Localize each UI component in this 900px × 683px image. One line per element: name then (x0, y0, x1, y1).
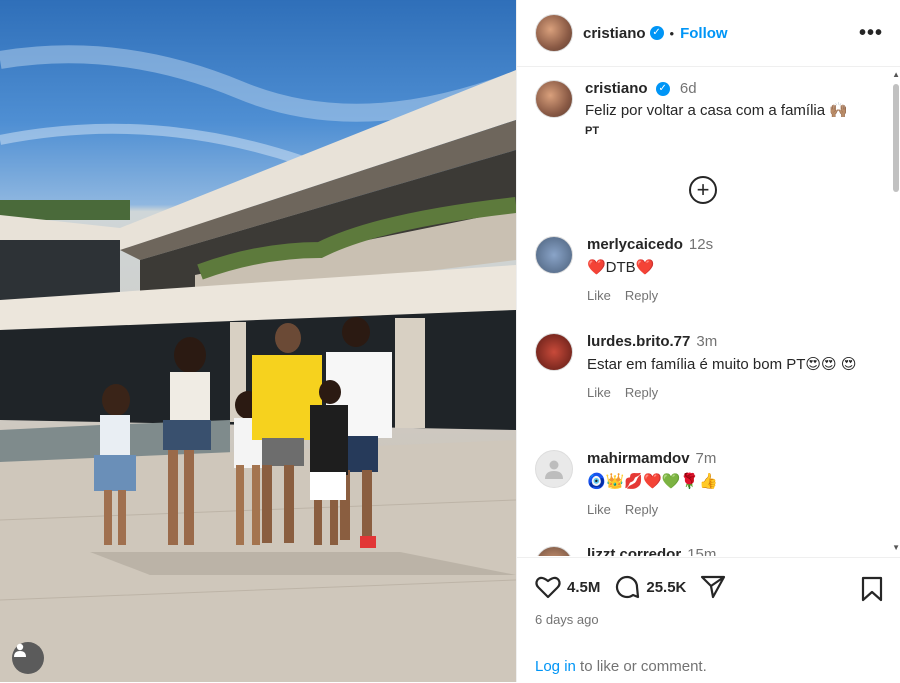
load-more-comments-icon[interactable]: + (689, 176, 717, 204)
post-side-panel: cristiano ✓ • Follow ••• cristiano ✓ 6d … (516, 0, 900, 682)
comment-item: lurdes.brito.77 3m Estar em família é mui… (535, 333, 875, 400)
comment-time[interactable]: 12s (689, 236, 713, 253)
post-caption: cristiano ✓ 6d Feliz por voltar a casa c… (535, 80, 848, 137)
comment-time[interactable]: 7m (696, 450, 717, 467)
share-icon[interactable] (700, 574, 726, 600)
comment-icon[interactable] (614, 574, 640, 600)
comments-count[interactable]: 25.5K (646, 579, 686, 596)
comment-text: Estar em família é muito bom PT😍😍 😍 (587, 356, 857, 373)
like-comment-button[interactable]: Like (587, 502, 611, 517)
comments-scrollbar[interactable] (893, 84, 899, 192)
reply-button[interactable]: Reply (625, 385, 658, 400)
bookmark-icon[interactable] (861, 576, 883, 602)
post-photo[interactable] (0, 0, 516, 682)
translate-tag[interactable]: PT (585, 125, 848, 137)
like-comment-button[interactable]: Like (587, 288, 611, 303)
commenter-avatar[interactable] (535, 333, 573, 371)
likes-count[interactable]: 4.5M (567, 579, 600, 596)
author-username[interactable]: cristiano (583, 25, 646, 42)
photo-illustration (0, 45, 516, 682)
follow-button[interactable]: Follow (680, 25, 728, 42)
default-avatar-icon[interactable] (535, 450, 573, 488)
commenter-username[interactable]: lurdes.brito.77 (587, 333, 690, 350)
heart-icon[interactable] (535, 575, 561, 599)
commenter-username[interactable]: mahirmamdov (587, 450, 690, 467)
comment-text: ❤️DTB❤️ (587, 259, 655, 276)
commenter-avatar[interactable] (535, 546, 573, 556)
post-date[interactable]: 6 days ago (535, 612, 599, 627)
comment-time[interactable]: 15m (687, 546, 716, 556)
reply-button[interactable]: Reply (625, 288, 658, 303)
reply-button[interactable]: Reply (625, 502, 658, 517)
post-header: cristiano ✓ • Follow ••• (517, 0, 900, 67)
separator-dot: • (669, 25, 675, 41)
caption-avatar[interactable] (535, 80, 573, 118)
like-comment-button[interactable]: Like (587, 385, 611, 400)
commenter-avatar[interactable] (535, 236, 573, 274)
comments-section[interactable]: cristiano ✓ 6d Feliz por voltar a casa c… (517, 68, 889, 556)
comment-time[interactable]: 3m (696, 333, 717, 350)
caption-text: Feliz por voltar a casa com a família 🙌🏽 (585, 102, 848, 119)
verified-badge-icon: ✓ (655, 82, 670, 97)
verified-badge-icon: ✓ (649, 26, 664, 40)
tagged-user-icon[interactable] (12, 642, 44, 674)
author-avatar[interactable] (535, 14, 573, 52)
comment-item: lizzt.corredor 15m (535, 546, 875, 556)
caption-time[interactable]: 6d (680, 80, 697, 97)
login-prompt-text: to like or comment. (580, 658, 707, 675)
caption-username[interactable]: cristiano (585, 80, 648, 97)
more-options-icon[interactable]: ••• (859, 22, 883, 45)
post-actions-footer: 4.5M 25.5K 6 days ago Log in to like or … (517, 557, 900, 683)
comment-item: merlycaicedo 12s ❤️DTB❤️ Like Reply (535, 236, 875, 303)
scroll-up-arrow-icon[interactable]: ▲ (892, 70, 900, 79)
comment-item: mahirmamdov 7m 🧿👑💋❤️💚🌹👍 Like Reply (535, 450, 875, 517)
commenter-username[interactable]: lizzt.corredor (587, 546, 681, 556)
commenter-username[interactable]: merlycaicedo (587, 236, 683, 253)
login-link[interactable]: Log in (535, 658, 576, 675)
scroll-down-arrow-icon[interactable]: ▼ (892, 543, 900, 552)
comment-text: 🧿👑💋❤️💚🌹👍 (587, 473, 718, 490)
login-prompt: Log in to like or comment. (535, 658, 707, 675)
